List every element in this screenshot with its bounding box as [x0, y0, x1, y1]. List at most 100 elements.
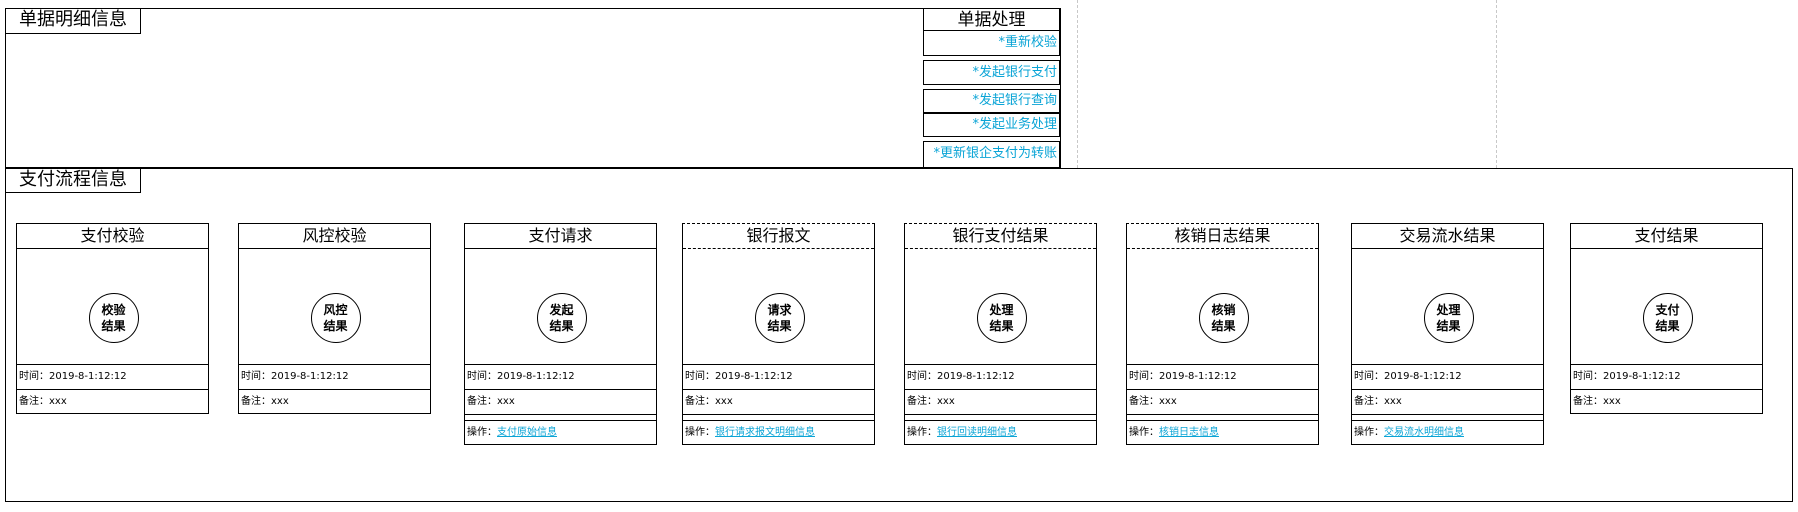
circle-text-top: 请求 — [767, 303, 792, 317]
time-value: 2019-8-1:12:12 — [49, 371, 127, 382]
time-label: 时间： — [1573, 371, 1603, 382]
operation-label: 操作： — [467, 427, 497, 438]
time-value: 2019-8-1:12:12 — [937, 371, 1015, 382]
note-value: xxx — [49, 396, 67, 407]
time-value: 2019-8-1:12:12 — [1159, 371, 1237, 382]
result-circle: 请求 结果 — [754, 293, 805, 343]
step-body: 风控 结果 — [239, 248, 430, 364]
operation-label: 操作： — [1129, 427, 1159, 438]
time-row: 时间：2019-8-1:12:12 — [905, 365, 1096, 389]
operation-link[interactable]: 银行请求报文明细信息 — [715, 427, 815, 438]
business-process-button[interactable]: *发起业务处理 — [923, 113, 1060, 137]
flow-step-card: 风控校验 风控 结果 时间：2019-8-1:12:12 备注：xxx — [238, 223, 431, 414]
note-value: xxx — [497, 396, 515, 407]
operation-link[interactable]: 支付原始信息 — [497, 427, 557, 438]
circle-text-top: 处理 — [989, 303, 1014, 317]
time-value: 2019-8-1:12:12 — [271, 371, 349, 382]
result-circle: 风控 结果 — [310, 293, 361, 343]
step-title: 交易流水结果 — [1399, 226, 1496, 245]
convert-transfer-label: *更新银企支付为转账 — [933, 146, 1057, 161]
time-label: 时间： — [685, 371, 715, 382]
flow-step-card: 支付请求 发起 结果 时间：2019-8-1:12:12 备注：xxx 操作：支付原始信息 — [464, 223, 657, 445]
operation-label: 操作： — [907, 427, 937, 438]
note-row: 备注：xxx — [1571, 390, 1762, 414]
operation-label: 操作： — [1354, 427, 1384, 438]
flow-step-card: 银行支付结果 处理 结果 时间：2019-8-1:12:12 备注：xxx 操作：银行回读… — [904, 223, 1097, 445]
recheck-label: *重新校验 — [998, 35, 1057, 50]
flow-tab: 支付流程信息 — [5, 168, 141, 193]
note-value: xxx — [1159, 396, 1177, 407]
operation-row: 操作：支付原始信息 — [465, 421, 656, 445]
step-body: 核销 结果 — [1127, 248, 1318, 364]
circle-text-bottom: 结果 — [767, 319, 792, 333]
note-row: 备注：xxx — [905, 390, 1096, 414]
note-row: 备注：xxx — [239, 390, 430, 414]
bank-pay-button[interactable]: *发起银行支付 — [923, 60, 1060, 85]
processing-title: 单据处理 — [923, 8, 1060, 30]
step-body: 处理 结果 — [1352, 248, 1543, 364]
circle-text-bottom: 结果 — [549, 319, 574, 333]
operation-row: 操作：银行回读明细信息 — [905, 421, 1096, 445]
circle-text-top: 校验 — [101, 303, 126, 317]
note-value: xxx — [715, 396, 733, 407]
note-value: xxx — [1603, 396, 1621, 407]
flow-step-card: 交易流水结果 处理 结果 时间：2019-8-1:12:12 备注：xxx 操作：交易流水… — [1351, 223, 1544, 445]
time-row: 时间：2019-8-1:12:12 — [239, 365, 430, 389]
flow-step-card: 银行报文 请求 结果 时间：2019-8-1:12:12 备注：xxx 操作：银行请求报文… — [682, 223, 875, 445]
step-title: 支付请求 — [528, 226, 593, 245]
result-circle: 校验 结果 — [88, 293, 139, 343]
guide-line — [1077, 0, 1078, 168]
circle-text-top: 核销 — [1211, 303, 1236, 317]
note-label: 备注： — [907, 396, 937, 407]
note-label: 备注： — [685, 396, 715, 407]
result-circle: 处理 结果 — [976, 293, 1027, 343]
step-body: 请求 结果 — [683, 248, 874, 364]
step-title: 核销日志结果 — [1174, 226, 1271, 245]
operation-link[interactable]: 交易流水明细信息 — [1384, 427, 1464, 438]
bank-query-label: *发起银行查询 — [972, 93, 1057, 108]
detail-panel — [5, 8, 1061, 168]
bank-query-button[interactable]: *发起银行查询 — [923, 89, 1060, 113]
note-label: 备注： — [467, 396, 497, 407]
time-value: 2019-8-1:12:12 — [497, 371, 575, 382]
flow-step-card: 核销日志结果 核销 结果 时间：2019-8-1:12:12 备注：xxx 操作：核销日志… — [1126, 223, 1319, 445]
time-value: 2019-8-1:12:12 — [1384, 371, 1462, 382]
time-label: 时间： — [907, 371, 937, 382]
step-body: 处理 结果 — [905, 248, 1096, 364]
step-title: 支付结果 — [1634, 226, 1699, 245]
time-row: 时间：2019-8-1:12:12 — [1571, 365, 1762, 389]
operation-link[interactable]: 核销日志信息 — [1159, 427, 1219, 438]
circle-text-bottom: 结果 — [323, 319, 348, 333]
note-value: xxx — [937, 396, 955, 407]
note-value: xxx — [1384, 396, 1402, 407]
step-title: 支付校验 — [80, 226, 145, 245]
circle-text-bottom: 结果 — [1211, 319, 1236, 333]
operation-link[interactable]: 银行回读明细信息 — [937, 427, 1017, 438]
result-circle: 核销 结果 — [1198, 293, 1249, 343]
result-circle: 发起 结果 — [536, 293, 587, 343]
circle-text-top: 处理 — [1436, 303, 1461, 317]
flow-step-card: 支付校验 校验 结果 时间：2019-8-1:12:12 备注：xxx — [16, 223, 209, 414]
note-row: 备注：xxx — [1127, 390, 1318, 414]
step-title: 银行支付结果 — [952, 226, 1049, 245]
convert-transfer-button[interactable]: *更新银企支付为转账 — [923, 141, 1060, 168]
circle-text-top: 发起 — [549, 303, 574, 317]
detail-tab-label: 单据明细信息 — [19, 9, 127, 30]
flow-step-card: 支付结果 支付 结果 时间：2019-8-1:12:12 备注：xxx — [1570, 223, 1763, 414]
note-label: 备注： — [19, 396, 49, 407]
flow-tab-label: 支付流程信息 — [19, 169, 127, 190]
time-row: 时间：2019-8-1:12:12 — [17, 365, 208, 389]
note-row: 备注：xxx — [17, 390, 208, 414]
recheck-button[interactable]: *重新校验 — [923, 30, 1060, 56]
time-row: 时间：2019-8-1:12:12 — [465, 365, 656, 389]
note-value: xxx — [271, 396, 289, 407]
note-row: 备注：xxx — [1352, 390, 1543, 414]
operation-row: 操作：核销日志信息 — [1127, 421, 1318, 445]
guide-line — [1496, 0, 1497, 168]
circle-text-bottom: 结果 — [989, 319, 1014, 333]
note-row: 备注：xxx — [465, 390, 656, 414]
result-circle: 支付 结果 — [1642, 293, 1693, 343]
note-label: 备注： — [1573, 396, 1603, 407]
step-body: 校验 结果 — [17, 248, 208, 364]
result-circle: 处理 结果 — [1423, 293, 1474, 343]
